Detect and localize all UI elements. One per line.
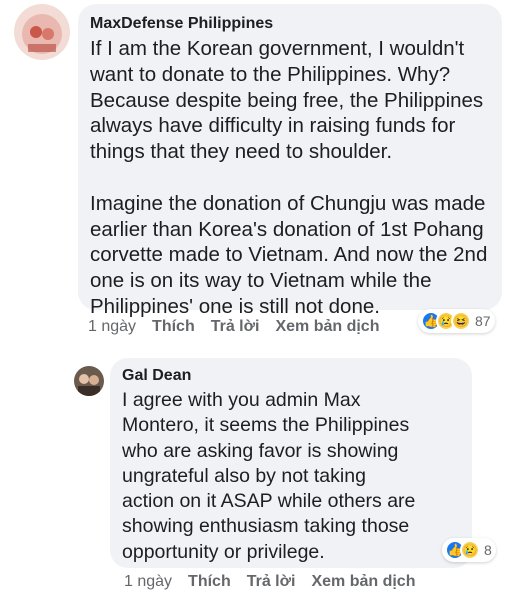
timestamp[interactable]: 1 ngày [88,318,136,336]
timestamp[interactable]: 1 ngày [124,573,172,591]
avatar[interactable] [14,4,70,60]
translate-button[interactable]: Xem bản dịch [275,318,379,336]
like-button[interactable]: Thích [152,318,195,336]
reaction-summary[interactable]: 👍 😢 8 [442,538,496,562]
avatar[interactable] [74,366,104,396]
reaction-count: 8 [484,542,492,558]
comment-author[interactable]: Gal Dean [122,366,460,386]
comment-bubble: Gal Dean I agree with you admin Max Mont… [110,358,472,568]
translate-button[interactable]: Xem bản dịch [311,573,415,591]
reply-button[interactable]: Trả lời [211,318,260,336]
comment-author[interactable]: MaxDefense Philippines [90,14,490,34]
comment-bubble: MaxDefense Philippines If I am the Korea… [78,4,502,318]
reaction-count: 87 [475,313,491,329]
reply-button[interactable]: Trả lời [247,573,296,591]
sad-icon: 😢 [460,540,480,560]
comment-actions: 1 ngày Thích Trả lời Xem bản dịch [88,318,379,336]
haha-icon: 😆 [451,311,471,331]
comment-text: If I am the Korean government, I wouldn'… [90,37,488,318]
comment-text: I agree with you admin Max Montero, it s… [122,389,416,563]
comment-actions: 1 ngày Thích Trả lời Xem bản dịch [124,573,415,591]
reaction-summary[interactable]: 👍 😢 😆 87 [418,309,495,333]
like-button[interactable]: Thích [188,573,231,591]
